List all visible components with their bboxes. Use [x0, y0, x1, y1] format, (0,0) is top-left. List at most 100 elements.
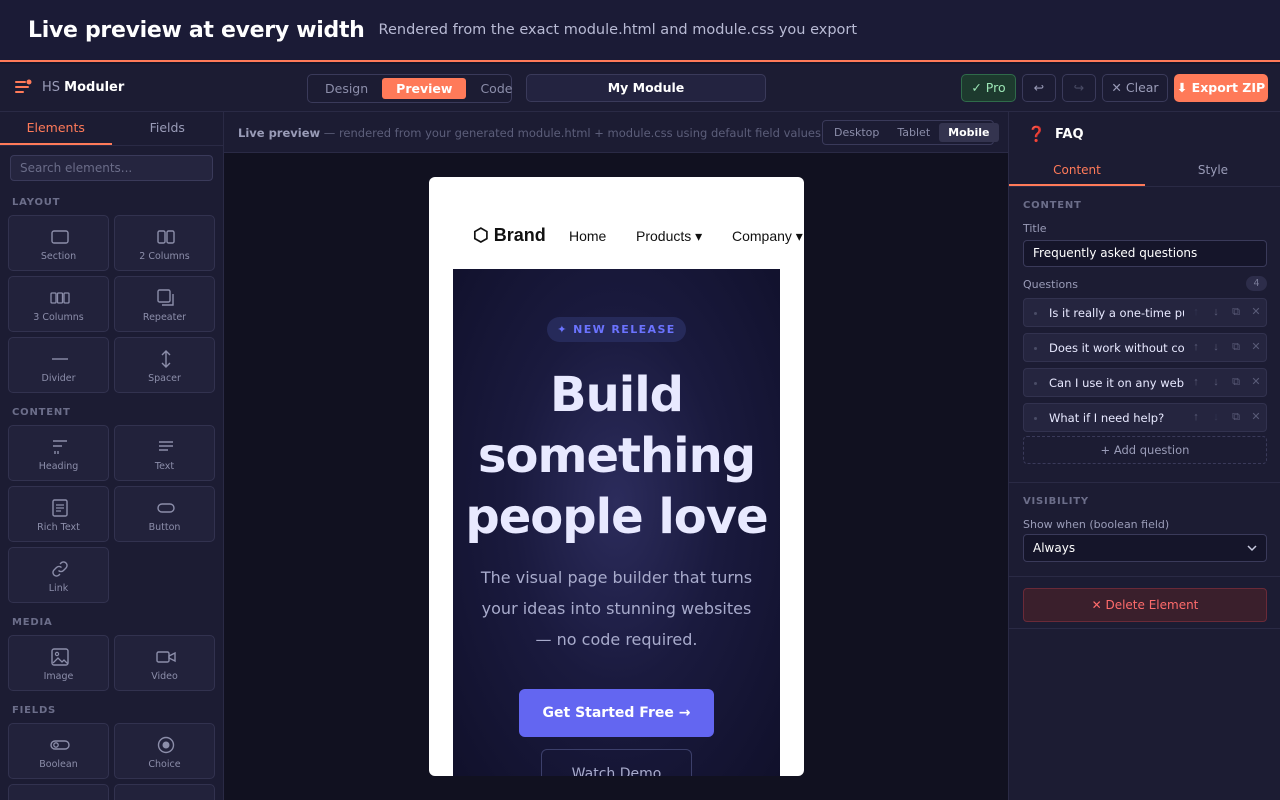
- preview-hero-title: Build something people love: [465, 367, 768, 545]
- move-down-icon[interactable]: ↓: [1209, 374, 1223, 390]
- move-up-icon[interactable]: ↑: [1189, 304, 1203, 320]
- section-label-fields: FIELDS: [12, 705, 57, 716]
- clear-button[interactable]: ✕ Clear: [1102, 74, 1168, 102]
- duplicate-icon[interactable]: ⧉: [1229, 409, 1243, 425]
- module-name-input[interactable]: My Module: [526, 74, 766, 102]
- element-2-columns[interactable]: 2 Columns: [114, 215, 215, 271]
- question-row[interactable]: Can I use it on any website? ↑ ↓ ⧉ ✕: [1023, 368, 1267, 397]
- preview-nav-company[interactable]: Company ▾: [732, 228, 803, 245]
- spacer-icon: [161, 350, 171, 368]
- pro-button[interactable]: ✓ Pro: [961, 74, 1016, 102]
- export-zip-button[interactable]: ⬇ Export ZIP: [1174, 74, 1268, 102]
- drag-handle-icon[interactable]: [1034, 417, 1037, 420]
- drag-handle-icon[interactable]: [1034, 347, 1037, 350]
- move-up-icon[interactable]: ↑: [1189, 374, 1203, 390]
- move-down-icon[interactable]: ↓: [1209, 409, 1223, 425]
- move-up-icon[interactable]: ↑: [1189, 409, 1203, 425]
- question-row[interactable]: Does it work without coding? ↑ ↓ ⧉ ✕: [1023, 333, 1267, 362]
- preview-badge: ✦ NEW RELEASE: [547, 317, 686, 342]
- element-rich-text[interactable]: Rich Text: [8, 486, 109, 542]
- element-spacer[interactable]: Spacer: [114, 337, 215, 393]
- undo-button[interactable]: ↩: [1022, 74, 1056, 102]
- logo-text: HS Moduler: [42, 79, 125, 95]
- element-choice[interactable]: Choice: [114, 723, 215, 779]
- drag-handle-icon[interactable]: [1034, 382, 1037, 385]
- banner: Live preview at every width Rendered fro…: [0, 0, 1280, 62]
- video-icon: [156, 651, 176, 663]
- questions-label: Questions: [1023, 278, 1078, 291]
- question-text: Can I use it on any website?: [1049, 376, 1184, 390]
- element-repeater[interactable]: Repeater: [114, 276, 215, 332]
- title-input[interactable]: Frequently asked questions: [1023, 240, 1267, 267]
- choice-icon: [157, 736, 175, 754]
- element-divider[interactable]: Divider: [8, 337, 109, 393]
- add-question-button[interactable]: + Add question: [1023, 436, 1267, 464]
- show-when-select[interactable]: Always: [1023, 534, 1267, 562]
- question-row[interactable]: What if I need help? ↑ ↓ ⧉ ✕: [1023, 403, 1267, 432]
- mode-code-button[interactable]: Code: [466, 78, 526, 99]
- move-down-icon[interactable]: ↓: [1209, 304, 1223, 320]
- tab-elements[interactable]: Elements: [0, 112, 112, 145]
- tab-content[interactable]: Content: [1009, 157, 1145, 186]
- rich-text-icon: [52, 499, 68, 517]
- element-more[interactable]: [8, 784, 109, 800]
- element-text[interactable]: Text: [114, 425, 215, 481]
- mobile-preview-frame[interactable]: ⬡ Brand Home Products ▾ Company ▾ ✦ NEW …: [429, 177, 804, 776]
- element-3-columns[interactable]: 3 Columns: [8, 276, 109, 332]
- move-down-icon[interactable]: ↓: [1209, 339, 1223, 355]
- duplicate-icon[interactable]: ⧉: [1229, 374, 1243, 390]
- section-label-media: MEDIA: [12, 617, 53, 628]
- remove-icon[interactable]: ✕: [1249, 339, 1263, 355]
- question-text: What if I need help?: [1049, 411, 1165, 425]
- preview-nav-products[interactable]: Products ▾: [636, 228, 702, 245]
- boolean-icon: [50, 740, 70, 750]
- elements-panel: Elements Fields Search elements... LAYOU…: [0, 112, 224, 800]
- search-elements-input[interactable]: Search elements...: [10, 155, 213, 181]
- element-image[interactable]: Image: [8, 635, 109, 691]
- tab-style[interactable]: Style: [1145, 157, 1280, 186]
- device-mobile-button[interactable]: Mobile: [939, 123, 999, 142]
- redo-button[interactable]: ↪: [1062, 74, 1096, 102]
- duplicate-icon[interactable]: ⧉: [1229, 304, 1243, 320]
- logo-icon: [14, 78, 32, 96]
- preview-nav-home[interactable]: Home: [569, 228, 606, 244]
- mode-design-button[interactable]: Design: [311, 78, 382, 99]
- preview-note: Live preview — rendered from your genera…: [238, 126, 821, 140]
- text-icon: [159, 441, 173, 451]
- app-logo[interactable]: HS Moduler: [14, 78, 124, 96]
- repeater-icon: [157, 289, 174, 306]
- element-name: Boolean: [39, 759, 78, 770]
- device-desktop-button[interactable]: Desktop: [825, 123, 888, 142]
- element-name: 3 Columns: [33, 312, 84, 323]
- remove-icon[interactable]: ✕: [1249, 409, 1263, 425]
- preview-toolbar: Live preview — rendered from your genera…: [224, 112, 1008, 153]
- mode-preview-button[interactable]: Preview: [382, 78, 467, 99]
- element-more[interactable]: [114, 784, 215, 800]
- element-button[interactable]: Button: [114, 486, 215, 542]
- banner-subtitle: Rendered from the exact module.html and …: [378, 22, 858, 38]
- preview-brand[interactable]: ⬡ Brand: [473, 225, 546, 246]
- element-video[interactable]: Video: [114, 635, 215, 691]
- device-switch: Desktop Tablet Mobile: [822, 120, 999, 145]
- divider: [1009, 482, 1280, 483]
- preview-watch-demo-button[interactable]: Watch Demo: [541, 749, 692, 776]
- preview-area: Live preview — rendered from your genera…: [224, 112, 1008, 800]
- preview-cta-button[interactable]: Get Started Free →: [519, 689, 714, 737]
- remove-icon[interactable]: ✕: [1249, 304, 1263, 320]
- move-up-icon[interactable]: ↑: [1189, 339, 1203, 355]
- device-tablet-button[interactable]: Tablet: [888, 123, 939, 142]
- heading-icon: [53, 440, 67, 454]
- drag-handle-icon[interactable]: [1034, 312, 1037, 315]
- divider: [1009, 576, 1280, 577]
- question-row[interactable]: Is it really a one-time purchase? ↑ ↓ ⧉ …: [1023, 298, 1267, 327]
- image-icon: [51, 648, 69, 666]
- delete-element-button[interactable]: ✕ Delete Element: [1023, 588, 1267, 622]
- element-heading[interactable]: Heading: [8, 425, 109, 481]
- tab-fields[interactable]: Fields: [112, 112, 224, 145]
- element-name: Repeater: [142, 312, 187, 323]
- element-section[interactable]: Section: [8, 215, 109, 271]
- element-boolean[interactable]: Boolean: [8, 723, 109, 779]
- remove-icon[interactable]: ✕: [1249, 374, 1263, 390]
- duplicate-icon[interactable]: ⧉: [1229, 339, 1243, 355]
- element-link[interactable]: Link: [8, 547, 109, 603]
